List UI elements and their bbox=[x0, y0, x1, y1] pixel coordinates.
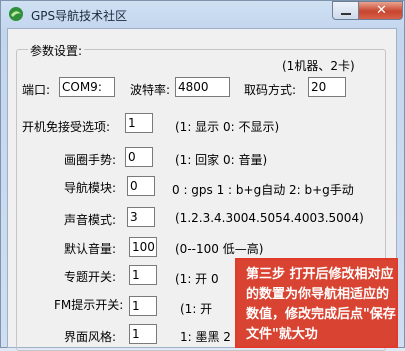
baud-field[interactable]: 4800 bbox=[175, 77, 230, 97]
nav-module-hint: 0 : gps 1 : b+g自动 2: b+g手动 bbox=[172, 183, 354, 197]
group-label: 参数设置: bbox=[28, 42, 85, 59]
topic-switch-hint: (1: 开 0 bbox=[175, 272, 219, 286]
ui-style-field[interactable]: 1 bbox=[129, 324, 157, 344]
instruction-callout-text: 第三步 打开后修改相对应的数置为你导航相适应的数值，修改完成后点"保存文件"就大… bbox=[246, 267, 396, 342]
minimize-button[interactable] bbox=[332, 1, 359, 20]
ui-style-label: 界面风格: bbox=[64, 330, 117, 344]
topic-switch-label: 专题开关: bbox=[64, 270, 117, 284]
nav-module-label: 导航模块: bbox=[64, 181, 117, 195]
sound-mode-label: 声音模式: bbox=[64, 213, 117, 227]
gesture-hint: (1: 回家 0: 音量) bbox=[175, 153, 268, 167]
volume-field[interactable]: 100 bbox=[129, 237, 157, 257]
code-mode-label: 取码方式: bbox=[244, 83, 297, 97]
baud-label: 波特率: bbox=[130, 83, 171, 97]
window-title: GPS导航技术社区 bbox=[31, 9, 128, 23]
ui-style-hint: 1: 墨黑 2 bbox=[180, 330, 231, 344]
title-bar: GPS导航技术社区 ✕ bbox=[1, 1, 404, 29]
sound-mode-hint: (1.2.3.4.3004.5054.4003.5004) bbox=[175, 211, 364, 225]
gesture-label: 画圈手势: bbox=[64, 153, 117, 167]
fm-switch-field[interactable]: 1 bbox=[129, 296, 157, 316]
volume-hint: (0--100 低—高) bbox=[175, 242, 264, 256]
boot-option-label: 开机免接受选项: bbox=[22, 120, 111, 134]
gps-app-icon bbox=[9, 7, 23, 21]
group-note: (1机器、2卡) bbox=[282, 59, 355, 73]
port-label: 端口: bbox=[22, 83, 51, 97]
volume-label: 默认音量: bbox=[64, 242, 117, 256]
code-mode-field[interactable]: 20 bbox=[308, 77, 346, 97]
boot-option-hint: (1: 显示 0: 不显示) bbox=[175, 120, 280, 134]
topic-switch-field[interactable]: 1 bbox=[129, 265, 157, 285]
fm-switch-hint: (1: 开 bbox=[180, 302, 213, 316]
boot-option-field[interactable]: 1 bbox=[125, 113, 153, 133]
fm-switch-label: FM提示开关: bbox=[54, 298, 124, 312]
port-field[interactable]: COM9: bbox=[59, 77, 115, 97]
close-button[interactable]: ✕ bbox=[358, 1, 403, 20]
nav-module-field[interactable]: 0 bbox=[127, 176, 155, 196]
minimize-icon bbox=[341, 13, 351, 15]
gesture-field[interactable]: 0 bbox=[125, 147, 153, 167]
sound-mode-field[interactable]: 3 bbox=[127, 207, 155, 227]
instruction-callout: 第三步 打开后修改相对应的数置为你导航相适应的数值，修改完成后点"保存文件"就大… bbox=[235, 258, 398, 348]
close-icon: ✕ bbox=[376, 3, 387, 18]
